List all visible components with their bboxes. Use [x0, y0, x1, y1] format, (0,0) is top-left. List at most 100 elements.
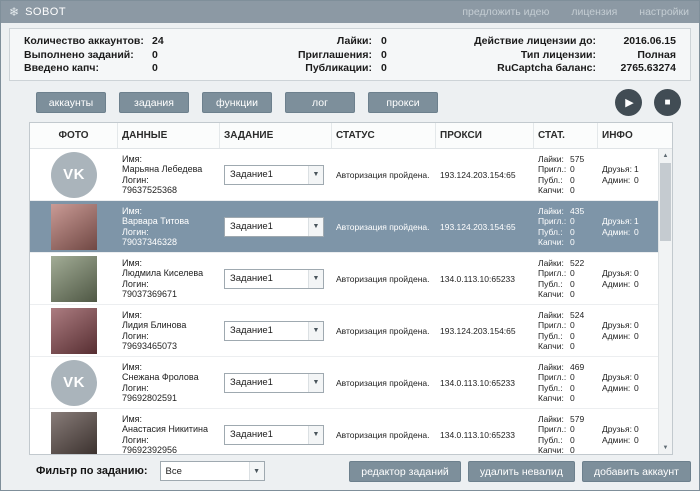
menu-settings[interactable]: настройки [639, 6, 689, 18]
table-row[interactable]: Имя: Людмила Киселева Логин: 79037369671… [30, 253, 658, 305]
status-cell: Авторизация пройдена. [332, 357, 436, 408]
tab-proxy[interactable]: прокси [368, 92, 438, 113]
scrollbar-track[interactable] [659, 162, 672, 441]
friends-label: Друзья: [602, 164, 634, 175]
column-header-data: ДАННЫЕ [118, 123, 220, 148]
login-label: Логин: [122, 175, 220, 186]
tab-accounts[interactable]: аккаунты [36, 92, 106, 113]
task-select[interactable]: Задание1 ▼ [224, 165, 324, 185]
invites-label: Пригл.: [538, 372, 570, 383]
stat-rucaptcha-balance: RuCaptcha баланс: 2765.63274 [430, 62, 676, 74]
stats-column-license: Действие лицензии до: 2016.06.15 Тип лиц… [430, 29, 690, 80]
menu-suggest-idea[interactable]: предложить идею [462, 6, 549, 18]
start-button[interactable]: ▶ [615, 89, 642, 116]
tab-log[interactable]: лог [285, 92, 355, 113]
stat-license-type: Тип лицензии: Полная [430, 49, 676, 61]
column-header-stat: СТАТ. [534, 123, 598, 148]
table-row[interactable]: VK Имя: Снежана Фролова Логин: 796928025… [30, 357, 658, 409]
stat-tasks-done: Выполнено заданий: 0 [24, 49, 260, 61]
stop-button[interactable]: ■ [654, 89, 681, 116]
task-select[interactable]: Задание1 ▼ [224, 373, 324, 393]
task-cell: Задание1 ▼ [220, 409, 332, 454]
invites-label: Пригл.: [538, 320, 570, 331]
play-icon: ▶ [625, 96, 633, 109]
chevron-down-icon: ▼ [308, 270, 323, 288]
table-row[interactable]: Имя: Лидия Блинова Логин: 79693465073 За… [30, 305, 658, 357]
tab-tasks[interactable]: задания [119, 92, 189, 113]
account-proxy: 193.124.203.154:65 [440, 326, 534, 336]
toolbar: аккаунты задания функции лог прокси ▶ ■ [36, 89, 681, 116]
admin-value: 0 [634, 175, 639, 185]
captcha-entered-value: 0 [152, 62, 158, 74]
likes-value: 469 [570, 362, 584, 372]
task-select-value: Задание1 [225, 273, 308, 284]
invites-stat: Пригл.:0 [538, 216, 598, 227]
photo-cell [30, 409, 118, 454]
invites-label: Пригл.: [538, 424, 570, 435]
table-row[interactable]: VK Имя: Марьяна Лебедева Логин: 79637525… [30, 149, 658, 201]
name-label: Имя: [122, 310, 220, 321]
posts-stat: Публ.:0 [538, 175, 598, 186]
task-select[interactable]: Задание1 ▼ [224, 217, 324, 237]
admin-label: Админ: [602, 175, 634, 186]
likes-label: Лайки: [538, 310, 570, 321]
table-scrollbar: ▲ ▼ [658, 149, 672, 454]
table-row[interactable]: Имя: Варвара Титова Логин: 79037346328 З… [30, 201, 658, 253]
menu-license[interactable]: лицензия [571, 6, 617, 18]
likes-label: Лайки: [538, 258, 570, 269]
friends-stat: Друзья:0 [602, 320, 658, 331]
scroll-up-button[interactable]: ▲ [659, 149, 672, 162]
data-cell: Имя: Варвара Титова Логин: 79037346328 [118, 201, 220, 252]
account-name: Снежана Фролова [122, 372, 220, 383]
task-select[interactable]: Задание1 ▼ [224, 425, 324, 445]
proxy-cell: 193.124.203.154:65 [436, 201, 534, 252]
scroll-down-icon: ▼ [663, 445, 669, 451]
captcha-stat: Капчи:0 [538, 237, 598, 248]
proxy-cell: 134.0.113.10:65233 [436, 357, 534, 408]
captcha-value: 0 [570, 341, 575, 351]
posts-stat: Публ.:0 [538, 227, 598, 238]
likes-label: Лайки: [538, 206, 570, 217]
likes-label: Лайки: [538, 362, 570, 373]
captcha-value: 0 [570, 237, 575, 247]
account-login: 79692392956 [122, 445, 220, 454]
scroll-down-button[interactable]: ▼ [659, 441, 672, 454]
tab-functions[interactable]: функции [202, 92, 272, 113]
task-cell: Задание1 ▼ [220, 305, 332, 356]
scrollbar-thumb[interactable] [660, 163, 671, 241]
likes-stat: Лайки:524 [538, 310, 598, 321]
invites-stat: Пригл.:0 [538, 320, 598, 331]
column-header-photo: ФОТО [30, 123, 118, 148]
status-cell: Авторизация пройдена. [332, 305, 436, 356]
account-avatar: VK [51, 152, 97, 198]
table-row[interactable]: Имя: Анастасия Никитина Логин: 796923929… [30, 409, 658, 454]
login-label: Логин: [122, 383, 220, 394]
publications-total-label: Публикации: [260, 62, 372, 74]
filter-select[interactable]: Все ▼ [160, 461, 265, 481]
admin-label: Админ: [602, 331, 634, 342]
invites-value: 0 [570, 164, 575, 174]
rucaptcha-balance-value: 2765.63274 [604, 62, 676, 74]
table-header: ФОТО ДАННЫЕ ЗАДАНИЕ СТАТУС ПРОКСИ СТАТ. … [30, 123, 672, 149]
stop-icon: ■ [664, 97, 670, 108]
info-cell: Друзья:1 Админ:0 [598, 201, 658, 252]
likes-value: 579 [570, 414, 584, 424]
admin-value: 0 [634, 435, 639, 445]
accounts-count-label: Количество аккаунтов: [24, 35, 152, 47]
task-select[interactable]: Задание1 ▼ [224, 321, 324, 341]
task-select-value: Задание1 [225, 221, 308, 232]
stats-column-activity: Лайки: 0 Приглашения: 0 Публикации: 0 [260, 29, 430, 80]
friends-label: Друзья: [602, 216, 634, 227]
task-select[interactable]: Задание1 ▼ [224, 269, 324, 289]
data-cell: Имя: Лидия Блинова Логин: 79693465073 [118, 305, 220, 356]
captcha-value: 0 [570, 289, 575, 299]
column-header-proxy: ПРОКСИ [436, 123, 534, 148]
likes-label: Лайки: [538, 414, 570, 425]
add-account-button[interactable]: добавить аккаунт [582, 461, 691, 482]
delete-invalid-button[interactable]: удалить невалид [468, 461, 575, 482]
name-label: Имя: [122, 154, 220, 165]
friends-value: 1 [634, 216, 639, 226]
admin-label: Админ: [602, 435, 634, 446]
invites-value: 0 [570, 372, 575, 382]
task-editor-button[interactable]: редактор заданий [349, 461, 461, 482]
